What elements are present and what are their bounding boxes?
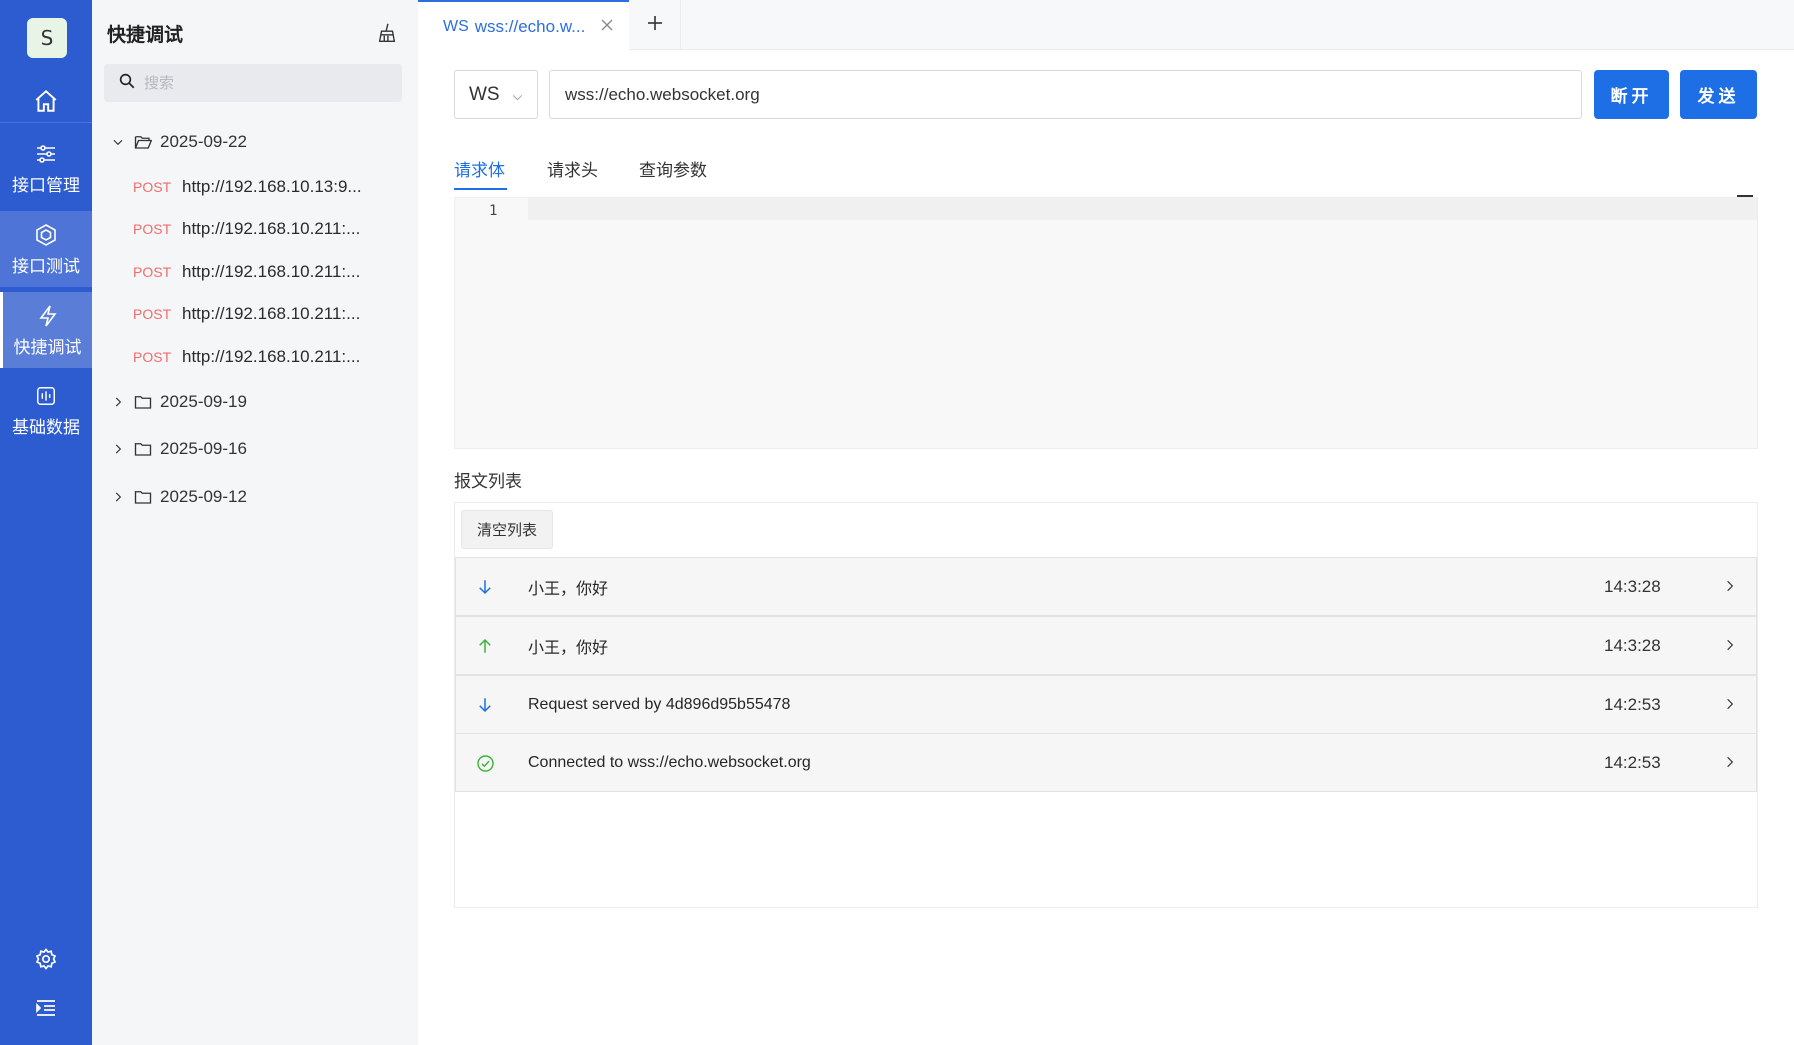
folder-icon — [134, 394, 152, 410]
request-url: http://192.168.10.211:... — [182, 262, 361, 281]
message-text: 小王，你好 — [528, 639, 609, 657]
folder-icon — [134, 441, 152, 457]
line-number: 1 — [489, 203, 498, 219]
method-badge: POST — [133, 264, 172, 280]
search-icon — [118, 72, 136, 95]
nav-item-label: 基础数据 — [12, 417, 80, 437]
method-badge: POST — [133, 306, 172, 322]
nav-item-label: 接口测试 — [12, 256, 80, 276]
url-input[interactable] — [549, 70, 1582, 119]
folder-2025-09-19[interactable]: 2025-09-19 — [92, 384, 418, 420]
chevron-right-icon — [1722, 637, 1738, 653]
history-panel: 快捷调试 2025-09-22 POST http://192.168.10.1… — [92, 0, 418, 1045]
message-text: 小王，你好 — [528, 580, 609, 598]
tab-request-body[interactable]: 请求体 — [454, 156, 505, 181]
arrow-down-icon — [475, 695, 495, 715]
message-text: Connected to wss://echo.websocket.org — [528, 753, 811, 771]
tab-active-indicator — [454, 188, 507, 190]
nav-item-quick-debug[interactable]: 快捷调试 — [0, 292, 92, 368]
cube-icon — [34, 222, 58, 248]
home-icon[interactable] — [0, 80, 92, 122]
message-row[interactable]: Request served by 4d896d95b55478 14:2:53 — [455, 675, 1757, 734]
panel-title: 快捷调试 — [107, 25, 184, 46]
chevron-right-icon — [110, 395, 126, 409]
plus-icon — [646, 14, 664, 37]
close-icon[interactable] — [598, 16, 616, 34]
tab-bar: WS wss://echo.w... — [418, 0, 1794, 51]
arrow-down-icon — [475, 577, 495, 597]
tab-protocol: WS — [443, 17, 469, 35]
message-time: 14:3:28 — [1604, 635, 1661, 655]
search-box[interactable] — [104, 64, 402, 102]
request-item[interactable]: POST http://192.168.10.211:... — [92, 339, 418, 375]
method-badge: POST — [133, 349, 172, 365]
bolt-icon — [36, 303, 60, 329]
sliders-icon — [34, 141, 58, 167]
protocol-select[interactable]: WS — [454, 70, 538, 119]
minimize-icon[interactable] — [1737, 195, 1753, 197]
disconnect-button[interactable]: 断开 — [1594, 70, 1669, 119]
chevron-down-icon — [511, 88, 524, 110]
nav-item-label: 快捷调试 — [13, 337, 82, 357]
nav-item-api-test[interactable]: 接口测试 — [0, 211, 92, 287]
gear-icon[interactable] — [0, 941, 92, 977]
method-badge: POST — [133, 221, 172, 237]
clear-list-button[interactable]: 清空列表 — [461, 510, 553, 549]
send-button[interactable]: 发送 — [1680, 70, 1757, 119]
nav-item-base-data[interactable]: 基础数据 — [0, 372, 92, 448]
request-url: http://192.168.10.211:... — [182, 219, 361, 238]
folder-open-icon — [134, 134, 152, 150]
tab-request-headers[interactable]: 请求头 — [547, 156, 598, 181]
message-time: 14:3:28 — [1604, 576, 1661, 596]
folder-date: 2025-09-22 — [160, 132, 247, 151]
check-circle-icon — [475, 753, 495, 773]
folder-2025-09-16[interactable]: 2025-09-16 — [92, 431, 418, 467]
body-editor[interactable]: 1 — [454, 197, 1758, 449]
editor-active-line[interactable] — [528, 198, 1757, 220]
nav-item-label: 接口管理 — [12, 175, 80, 195]
chevron-down-icon — [110, 135, 126, 149]
message-row[interactable]: 小王，你好 14:3:28 — [455, 616, 1757, 675]
tab-title: wss://echo.w... — [474, 16, 586, 36]
broom-icon[interactable] — [374, 20, 400, 46]
nav-rail: S 接口管理 接口测试 快捷调试 基础数据 — [0, 0, 92, 1045]
message-text: Request served by 4d896d95b55478 — [528, 695, 791, 713]
chevron-right-icon — [1722, 754, 1738, 770]
nav-item-api-management[interactable]: 接口管理 — [0, 130, 92, 206]
request-url: http://192.168.10.211:... — [182, 347, 361, 366]
search-input[interactable] — [144, 74, 384, 92]
folder-date: 2025-09-19 — [160, 392, 247, 411]
folder-2025-09-22[interactable]: 2025-09-22 — [92, 124, 418, 160]
folder-2025-09-12[interactable]: 2025-09-12 — [92, 479, 418, 515]
tab-websocket[interactable]: WS wss://echo.w... — [418, 0, 629, 51]
request-url: http://192.168.10.13:9... — [182, 177, 362, 196]
message-row[interactable]: 小王，你好 14:3:28 — [455, 557, 1757, 616]
menu-indent-icon[interactable] — [0, 990, 92, 1026]
request-item[interactable]: POST http://192.168.10.211:... — [92, 296, 418, 332]
protocol-value: WS — [469, 83, 500, 105]
request-item[interactable]: POST http://192.168.10.13:9... — [92, 169, 418, 205]
chevron-right-icon — [1722, 696, 1738, 712]
message-time: 14:2:53 — [1604, 694, 1661, 714]
request-item[interactable]: POST http://192.168.10.211:... — [92, 211, 418, 247]
arrow-up-icon — [475, 636, 495, 656]
avatar[interactable]: S — [27, 18, 67, 58]
method-badge: POST — [133, 179, 172, 195]
chevron-right-icon — [110, 490, 126, 504]
folder-date: 2025-09-16 — [160, 439, 247, 458]
chevron-right-icon — [1722, 578, 1738, 594]
add-tab-button[interactable] — [629, 0, 681, 50]
divider — [0, 122, 92, 123]
request-item[interactable]: POST http://192.168.10.211:... — [92, 254, 418, 290]
tab-query-params[interactable]: 查询参数 — [639, 156, 707, 181]
section-title: 报文列表 — [454, 472, 522, 491]
folder-icon — [134, 489, 152, 505]
folder-date: 2025-09-12 — [160, 487, 247, 506]
chart-box-icon — [35, 383, 57, 409]
editor-gutter — [455, 198, 528, 448]
message-time: 14:2:53 — [1604, 752, 1661, 772]
request-url: http://192.168.10.211:... — [182, 304, 361, 323]
message-row[interactable]: Connected to wss://echo.websocket.org 14… — [455, 733, 1757, 792]
chevron-right-icon — [110, 442, 126, 456]
